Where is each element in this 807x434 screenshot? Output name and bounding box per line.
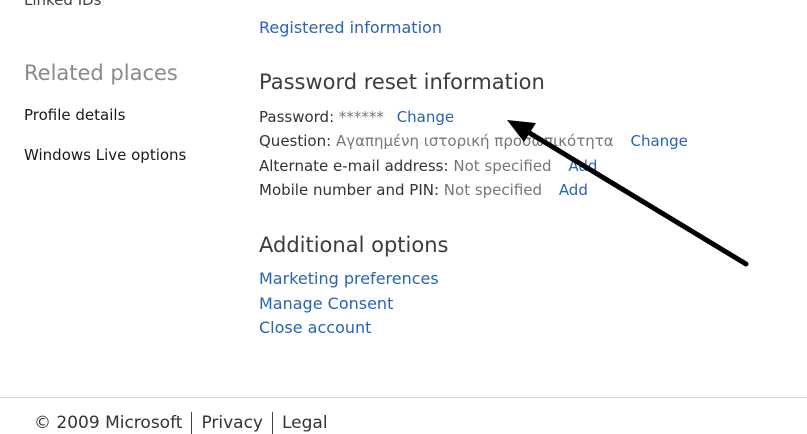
alternate-email-label: Alternate e-mail address:	[259, 157, 449, 175]
mobile-row: Mobile number and PIN: Not specified Add	[259, 181, 588, 199]
footer-separator	[191, 412, 193, 434]
registered-information-link[interactable]: Registered information	[259, 18, 442, 37]
manage-consent-link[interactable]: Manage Consent	[259, 294, 393, 313]
password-reset-heading: Password reset information	[259, 70, 545, 94]
change-question-link[interactable]: Change	[630, 132, 687, 150]
change-password-link[interactable]: Change	[397, 108, 454, 126]
alternate-email-value: Not specified	[453, 157, 552, 175]
mobile-label: Mobile number and PIN:	[259, 181, 440, 199]
linked-ids-label[interactable]: Linked IDs	[24, 0, 102, 9]
question-value: Αγαπημένη ιστορική προσωπικότητα	[335, 132, 614, 150]
footer-divider	[0, 397, 807, 398]
alternate-email-row: Alternate e-mail address: Not specified …	[259, 157, 597, 175]
close-account-link[interactable]: Close account	[259, 318, 371, 337]
question-row: Question: Αγαπημένη ιστορική προσωπικότη…	[259, 132, 688, 150]
footer-separator	[272, 412, 273, 434]
copyright-text: © 2009 Microsoft	[34, 413, 183, 433]
add-alternate-email-link[interactable]: Add	[568, 157, 597, 175]
sidebar-item-windows-live-options[interactable]: Windows Live options	[24, 146, 186, 164]
password-row: Password: ****** Change	[259, 108, 454, 126]
legal-link[interactable]: Legal	[282, 413, 328, 433]
additional-options-heading: Additional options	[259, 233, 449, 257]
question-label: Question:	[259, 132, 332, 150]
mobile-value: Not specified	[443, 181, 543, 199]
footer: © 2009 Microsoft Privacy Legal	[34, 412, 328, 434]
password-label: Password:	[259, 108, 335, 126]
privacy-link[interactable]: Privacy	[201, 413, 263, 433]
password-value: ******	[338, 108, 384, 126]
marketing-preferences-link[interactable]: Marketing preferences	[259, 269, 439, 288]
related-places-heading: Related places	[24, 61, 178, 85]
sidebar-item-profile-details[interactable]: Profile details	[24, 106, 125, 124]
add-mobile-link[interactable]: Add	[559, 181, 588, 199]
